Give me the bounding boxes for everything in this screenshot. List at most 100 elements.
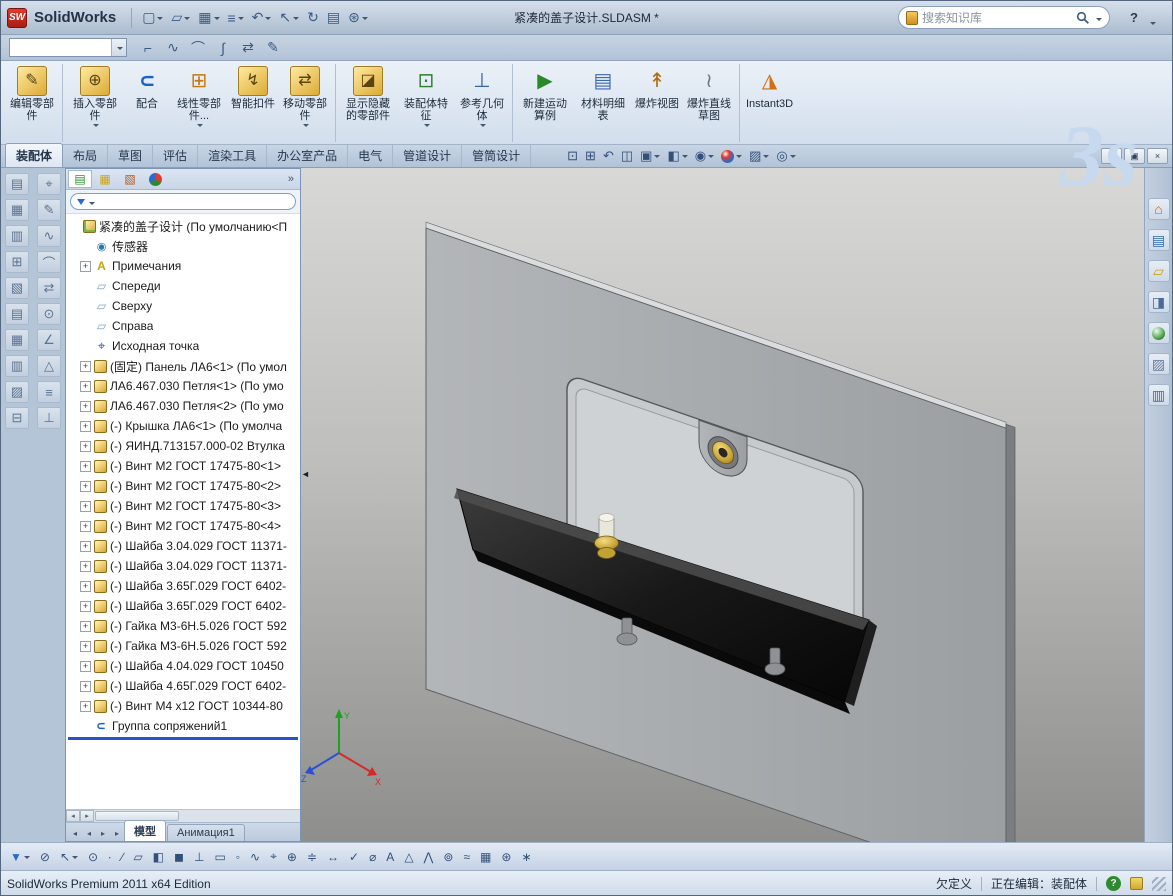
left-toolbar-icon[interactable]: ⇄ bbox=[37, 277, 61, 299]
bill-of-materials-button[interactable]: ▤ 材料明细表 bbox=[574, 64, 632, 142]
filter-blocks-icon[interactable]: ▦ bbox=[478, 847, 493, 867]
prev-tab-button[interactable]: ◂ bbox=[82, 826, 96, 841]
tab-layout[interactable]: 布局 bbox=[63, 144, 109, 167]
smart-fasteners-button[interactable]: ↯ 智能扣件 bbox=[228, 64, 278, 142]
filter-datum-targets-icon[interactable]: ⊚ bbox=[441, 847, 455, 867]
explode-line-sketch-button[interactable]: ≀ 爆炸直线草图 bbox=[682, 64, 740, 142]
left-toolbar-icon[interactable]: ∿ bbox=[37, 225, 61, 247]
panel-overflow-chevron[interactable]: » bbox=[288, 173, 298, 185]
spline-tool-icon[interactable]: ∿ bbox=[162, 37, 184, 59]
assembly-features-button[interactable]: ⊡ 装配体特征 bbox=[397, 64, 455, 142]
tab-assembly[interactable]: 装配体 bbox=[5, 143, 64, 167]
assembly-3d-view[interactable]: Y X Z bbox=[301, 168, 1144, 842]
tab-tubing[interactable]: 管筒设计 bbox=[462, 144, 532, 167]
custom-properties-icon[interactable]: ▥ bbox=[1147, 384, 1170, 406]
edit-component-button[interactable]: ✎ 编辑零部件 bbox=[5, 64, 63, 142]
filter-center-marks-icon[interactable]: ⊕ bbox=[285, 847, 299, 867]
tree-item[interactable]: 紧凑的盖子设计 (По умолчанию<П bbox=[66, 216, 300, 236]
section-view-icon[interactable]: ◫ bbox=[619, 147, 635, 165]
command-combobox[interactable] bbox=[9, 38, 127, 57]
tree-item[interactable]: + (-) Гайка М3-6Н.5.026 ГОСТ 592 bbox=[66, 616, 300, 636]
print-icon[interactable]: ≡ bbox=[225, 7, 247, 29]
tree-item[interactable]: + ЛА6.467.030 Петля<2> (По умо bbox=[66, 396, 300, 416]
filter-dropdown-chevron[interactable] bbox=[87, 193, 95, 211]
left-toolbar-icon[interactable]: ≡ bbox=[37, 381, 61, 403]
left-toolbar-icon[interactable]: ▤ bbox=[5, 173, 29, 195]
tree-item[interactable]: + (-) Винт М2 ГОСТ 17475-80<1> bbox=[66, 456, 300, 476]
tree-item[interactable]: Спереди bbox=[66, 276, 300, 296]
mirror-tool-icon[interactable]: ⇄ bbox=[237, 37, 259, 59]
left-toolbar-icon[interactable]: ⊥ bbox=[37, 407, 61, 429]
resize-grip[interactable] bbox=[1152, 876, 1166, 891]
apply-scene-icon[interactable]: ▨ bbox=[747, 147, 771, 165]
document-close-button[interactable]: × bbox=[1147, 148, 1168, 164]
left-toolbar-icon[interactable]: ▥ bbox=[5, 225, 29, 247]
configurationmanager-tab-icon[interactable]: ▧ bbox=[118, 170, 142, 188]
tree-item[interactable]: + (-) Винт М2 ГОСТ 17475-80<4> bbox=[66, 516, 300, 536]
new-motion-study-button[interactable]: ▶ 新建运动算例 bbox=[516, 64, 574, 142]
filter-edges-icon[interactable]: ∕ bbox=[119, 847, 125, 867]
expand-toggle-icon[interactable]: + bbox=[80, 460, 91, 472]
appearances-icon[interactable] bbox=[1147, 322, 1170, 344]
expand-toggle-icon[interactable]: + bbox=[80, 360, 91, 372]
next-tab-button[interactable]: ▸ bbox=[96, 826, 110, 841]
tree-item[interactable]: Исходная точка bbox=[66, 336, 300, 356]
left-toolbar-icon[interactable]: ▥ bbox=[5, 355, 29, 377]
left-toolbar-icon[interactable]: ▤ bbox=[5, 303, 29, 325]
hide-show-items-icon[interactable]: ◉ bbox=[693, 147, 716, 165]
tree-item[interactable]: Сверху bbox=[66, 296, 300, 316]
go-last-tab-button[interactable]: ▸ bbox=[110, 826, 124, 841]
zoom-area-icon[interactable]: ⊞ bbox=[583, 147, 598, 165]
filter-midpoints-icon[interactable]: ⌖ bbox=[268, 847, 279, 867]
filter-faces-icon[interactable]: ▱ bbox=[131, 847, 144, 867]
view-palette-icon[interactable]: ◨ bbox=[1147, 291, 1170, 313]
featuremanager-tab-icon[interactable]: ▤ bbox=[68, 170, 92, 188]
filter-axes-icon[interactable]: ⊥ bbox=[192, 847, 206, 867]
tab-electrical[interactable]: 电气 bbox=[348, 144, 394, 167]
rollback-bar[interactable] bbox=[68, 737, 298, 740]
arc-tool-icon[interactable]: ⌒ bbox=[187, 37, 209, 59]
selection-filter-toggle-icon[interactable]: ▼ bbox=[8, 847, 32, 867]
select-icon[interactable]: ↖ bbox=[276, 7, 302, 29]
reference-geometry-button[interactable]: ⊥ 参考几何体 bbox=[455, 64, 513, 142]
scroll-right-arrow[interactable]: ▸ bbox=[80, 810, 94, 822]
filter-geometric-tolerances-icon[interactable]: ⌀ bbox=[367, 847, 378, 867]
search-dropdown-chevron[interactable] bbox=[1094, 9, 1102, 27]
left-toolbar-icon[interactable]: ▦ bbox=[5, 329, 29, 351]
tree-item[interactable]: Группа сопряжений1 bbox=[66, 716, 300, 736]
view-settings-icon[interactable]: ◎ bbox=[774, 147, 797, 165]
rebuild-icon[interactable]: ↻ bbox=[304, 7, 322, 29]
save-icon[interactable]: ▦ bbox=[195, 7, 222, 29]
displaymanager-tab-icon[interactable] bbox=[143, 170, 167, 188]
go-first-tab-button[interactable]: ◂ bbox=[68, 826, 82, 841]
search-input[interactable] bbox=[922, 10, 1072, 25]
expand-toggle-icon[interactable]: + bbox=[80, 620, 91, 632]
tab-sketch[interactable]: 草图 bbox=[108, 144, 154, 167]
filter-notes-icon[interactable]: A bbox=[384, 847, 396, 867]
expand-toggle-icon[interactable]: + bbox=[80, 380, 91, 392]
trim-tool-icon[interactable]: ✎ bbox=[262, 37, 284, 59]
filter-dimensions-icon[interactable]: ↔ bbox=[325, 847, 341, 867]
select-tool-icon[interactable]: ↖ bbox=[58, 847, 80, 867]
tab-animation1[interactable]: Анимация1 bbox=[167, 824, 245, 841]
expand-toggle-icon[interactable]: + bbox=[80, 440, 91, 452]
tab-render-tools[interactable]: 渲染工具 bbox=[198, 144, 268, 167]
design-library-icon[interactable]: ▤ bbox=[1147, 229, 1170, 251]
filter-weld-symbols-icon[interactable]: ⋀ bbox=[422, 847, 436, 867]
filter-surface-bodies-icon[interactable]: ◧ bbox=[151, 847, 166, 867]
expand-toggle-icon[interactable]: + bbox=[80, 500, 91, 512]
mate-button[interactable]: ∪ 配合 bbox=[124, 64, 170, 142]
help-dropdown-chevron[interactable] bbox=[1148, 13, 1156, 31]
tree-item[interactable]: + (-) Винт М4 х12 ГОСТ 10344-80 bbox=[66, 696, 300, 716]
open-icon[interactable]: ▱ bbox=[168, 7, 193, 29]
help-icon[interactable]: ? bbox=[1130, 10, 1138, 25]
left-toolbar-icon[interactable]: ▦ bbox=[5, 199, 29, 221]
insert-components-button[interactable]: ⊕ 插入零部件 bbox=[66, 64, 124, 142]
options-icon[interactable]: ⊛ bbox=[345, 7, 371, 29]
left-toolbar-icon[interactable]: ⊙ bbox=[37, 303, 61, 325]
tab-piping[interactable]: 管道设计 bbox=[393, 144, 463, 167]
left-toolbar-icon[interactable]: ▨ bbox=[5, 381, 29, 403]
file-properties-icon[interactable]: ▤ bbox=[324, 7, 343, 29]
tab-evaluate[interactable]: 评估 bbox=[153, 144, 199, 167]
panel-collapse-arrow[interactable]: ◄ bbox=[301, 470, 310, 479]
